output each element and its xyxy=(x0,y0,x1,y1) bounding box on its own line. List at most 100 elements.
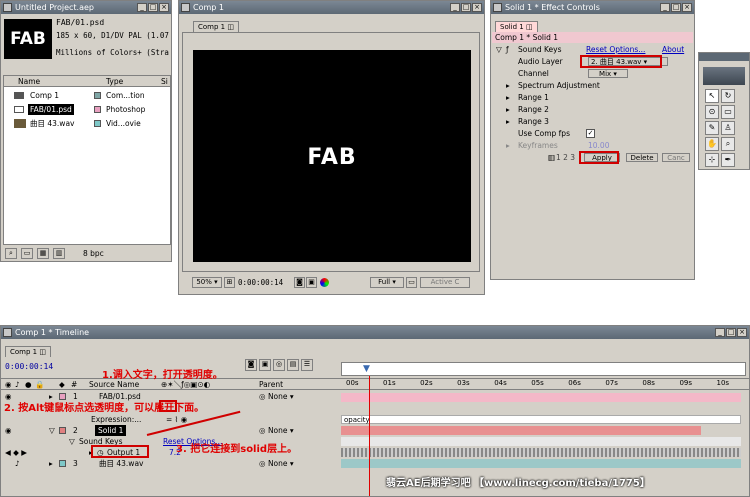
col-name[interactable]: Name xyxy=(18,76,40,87)
bpc-label[interactable]: 8 bpc xyxy=(83,249,104,258)
col-type[interactable]: Type xyxy=(106,76,123,87)
rotate-tool-icon[interactable]: ↻ xyxy=(721,89,735,103)
fx-toggle-icon[interactable]: ƒ xyxy=(506,44,509,55)
comp-canvas[interactable]: FAB xyxy=(193,50,471,262)
folder-icon[interactable]: ▭ xyxy=(21,248,33,259)
expression-icons[interactable]: = ⌇ ◉ xyxy=(166,414,187,425)
eye-icon[interactable]: ◉ xyxy=(5,425,12,436)
close-icon[interactable]: × xyxy=(682,3,692,12)
graph-icon[interactable]: ☰ xyxy=(301,359,313,371)
draft3d-icon[interactable]: ▣ xyxy=(259,359,271,371)
minimize-icon[interactable]: _ xyxy=(660,3,670,12)
time-ruler[interactable] xyxy=(341,362,746,376)
snapshot-icon[interactable]: ◙ xyxy=(294,277,305,288)
layer-bar-3[interactable] xyxy=(341,459,741,468)
project-titlebar[interactable]: Untitled Project.aep _ □ × xyxy=(1,1,171,14)
show-snapshot-icon[interactable]: ▣ xyxy=(306,277,317,288)
camera-select[interactable]: Active C xyxy=(420,277,470,288)
comp-viewer[interactable]: FAB xyxy=(182,32,480,272)
comp-titlebar[interactable]: Comp 1 _ □ × xyxy=(179,1,484,14)
label-chip[interactable] xyxy=(59,427,66,434)
col-num[interactable]: # xyxy=(71,379,77,390)
resolution-select[interactable]: Full ▾ xyxy=(370,277,404,288)
audio-icon[interactable]: ♪ xyxy=(15,458,20,469)
maximize-icon[interactable]: □ xyxy=(726,328,736,337)
timeline-titlebar[interactable]: Comp 1 * Timeline _ □ × xyxy=(1,326,749,339)
cancel-button[interactable]: Canc xyxy=(662,153,690,162)
expand-arrow-icon[interactable]: ▸ xyxy=(506,104,510,115)
expression-field[interactable]: opacity xyxy=(341,415,741,424)
frame-blend-icon[interactable]: ▤ xyxy=(287,359,299,371)
mask-tool-icon[interactable]: ▭ xyxy=(721,105,735,119)
brush-tool-icon[interactable]: ✎ xyxy=(705,121,719,135)
keyframes-value[interactable]: 10.00 xyxy=(588,140,609,151)
timeline-tab[interactable]: Comp 1 ◫ xyxy=(5,346,51,357)
trash-icon[interactable]: ▥ xyxy=(53,248,65,259)
maximize-icon[interactable]: □ xyxy=(461,3,471,12)
maximize-icon[interactable]: □ xyxy=(148,3,158,12)
about-link[interactable]: About xyxy=(662,44,684,55)
keyframe-nav-icon[interactable]: ◀ ◆ ▶ xyxy=(5,447,27,458)
project-item-audio[interactable]: 曲目 43.wav Vid...ovie xyxy=(4,118,170,129)
label-chip[interactable] xyxy=(59,460,66,467)
layer-bar-2[interactable] xyxy=(341,426,701,435)
current-time-indicator[interactable] xyxy=(369,376,370,496)
fx-sound-keys-row[interactable]: ▽ ƒ Sound Keys Reset Options... About xyxy=(492,44,693,55)
keyframes-track[interactable] xyxy=(341,448,741,457)
minimize-icon[interactable]: _ xyxy=(137,3,147,12)
range1-row[interactable]: ▸ Range 1 xyxy=(492,92,693,103)
layer-name[interactable]: 曲目 43.wav xyxy=(99,458,143,469)
range3-row[interactable]: ▸ Range 3 xyxy=(492,116,693,127)
safe-zones-icon[interactable]: ⊞ xyxy=(224,277,235,288)
region-icon[interactable]: ▭ xyxy=(406,277,417,288)
motion-blur-icon[interactable]: ◎ xyxy=(273,359,285,371)
comp-timecode[interactable]: 0:00:00:14 xyxy=(238,278,283,287)
close-icon[interactable]: × xyxy=(737,328,747,337)
zoom-select[interactable]: 50% ▾ xyxy=(192,277,222,288)
expand-arrow-icon[interactable]: ▽ xyxy=(69,436,75,447)
expand-arrow-icon[interactable]: ▸ xyxy=(506,80,510,91)
maximize-icon[interactable]: □ xyxy=(671,3,681,12)
orbit-tool-icon[interactable]: ⊙ xyxy=(705,105,719,119)
channel-select[interactable]: Mix ▾ xyxy=(588,69,628,78)
expand-arrow-icon[interactable]: ▸ xyxy=(506,140,510,151)
selection-tool-icon[interactable]: ↖ xyxy=(705,89,719,103)
parent-select[interactable]: ◎ None ▾ xyxy=(259,425,294,436)
range2-row[interactable]: ▸ Range 2 xyxy=(492,104,693,115)
new-comp-icon[interactable]: ▦ xyxy=(37,248,49,259)
layer-bar-1[interactable] xyxy=(341,393,741,402)
pen-tool-icon[interactable]: ✒ xyxy=(721,153,735,167)
expand-arrow-icon[interactable]: ▽ xyxy=(49,425,55,436)
find-icon[interactable]: ⌕ xyxy=(5,248,17,259)
shy-icon[interactable]: ◙ xyxy=(245,359,257,371)
effect-titlebar[interactable]: Solid 1 * Effect Controls _ □ × xyxy=(491,1,694,14)
project-item-psd[interactable]: FAB/01.psd Photoshop xyxy=(4,104,170,115)
project-item-comp[interactable]: Comp 1 Com...tion xyxy=(4,90,170,101)
layer-name[interactable]: Solid 1 xyxy=(95,425,127,436)
parent-select[interactable]: ◎ None ▾ xyxy=(259,458,294,469)
minimize-icon[interactable]: _ xyxy=(450,3,460,12)
work-area-start-icon[interactable]: ▼ xyxy=(363,364,370,374)
expand-arrow-icon[interactable]: ▸ xyxy=(49,458,53,469)
expand-arrow-icon[interactable]: ▸ xyxy=(506,116,510,127)
comp-fps-checkbox[interactable]: ✓ xyxy=(586,129,595,138)
minimize-icon[interactable]: _ xyxy=(715,328,725,337)
hand-tool-icon[interactable]: ✋ xyxy=(705,137,719,151)
expand-arrow-icon[interactable]: ▽ xyxy=(496,44,502,55)
close-icon[interactable]: × xyxy=(472,3,482,12)
zoom-tool-icon[interactable]: ⌕ xyxy=(721,137,735,151)
col-size[interactable]: Si xyxy=(161,76,168,87)
timeline-timecode[interactable]: 0:00:00:14 xyxy=(5,362,53,371)
col-parent[interactable]: Parent xyxy=(259,379,283,390)
rgb-channels-icon[interactable] xyxy=(320,278,329,287)
comp-tab[interactable]: Comp 1 ◫ xyxy=(193,21,239,32)
stamp-tool-icon[interactable]: ♙ xyxy=(721,121,735,135)
close-icon[interactable]: × xyxy=(159,3,169,12)
spectrum-row[interactable]: ▸ Spectrum Adjustment xyxy=(492,80,693,91)
axis-tool-icon[interactable]: ⊹ xyxy=(705,153,719,167)
expand-arrow-icon[interactable]: ▸ xyxy=(506,92,510,103)
tools-titlebar[interactable] xyxy=(699,53,749,61)
effect-tab[interactable]: Solid 1 ◫ xyxy=(495,21,538,32)
reset-link[interactable]: Reset Options... xyxy=(586,44,645,55)
delete-button[interactable]: Delete xyxy=(626,153,658,162)
